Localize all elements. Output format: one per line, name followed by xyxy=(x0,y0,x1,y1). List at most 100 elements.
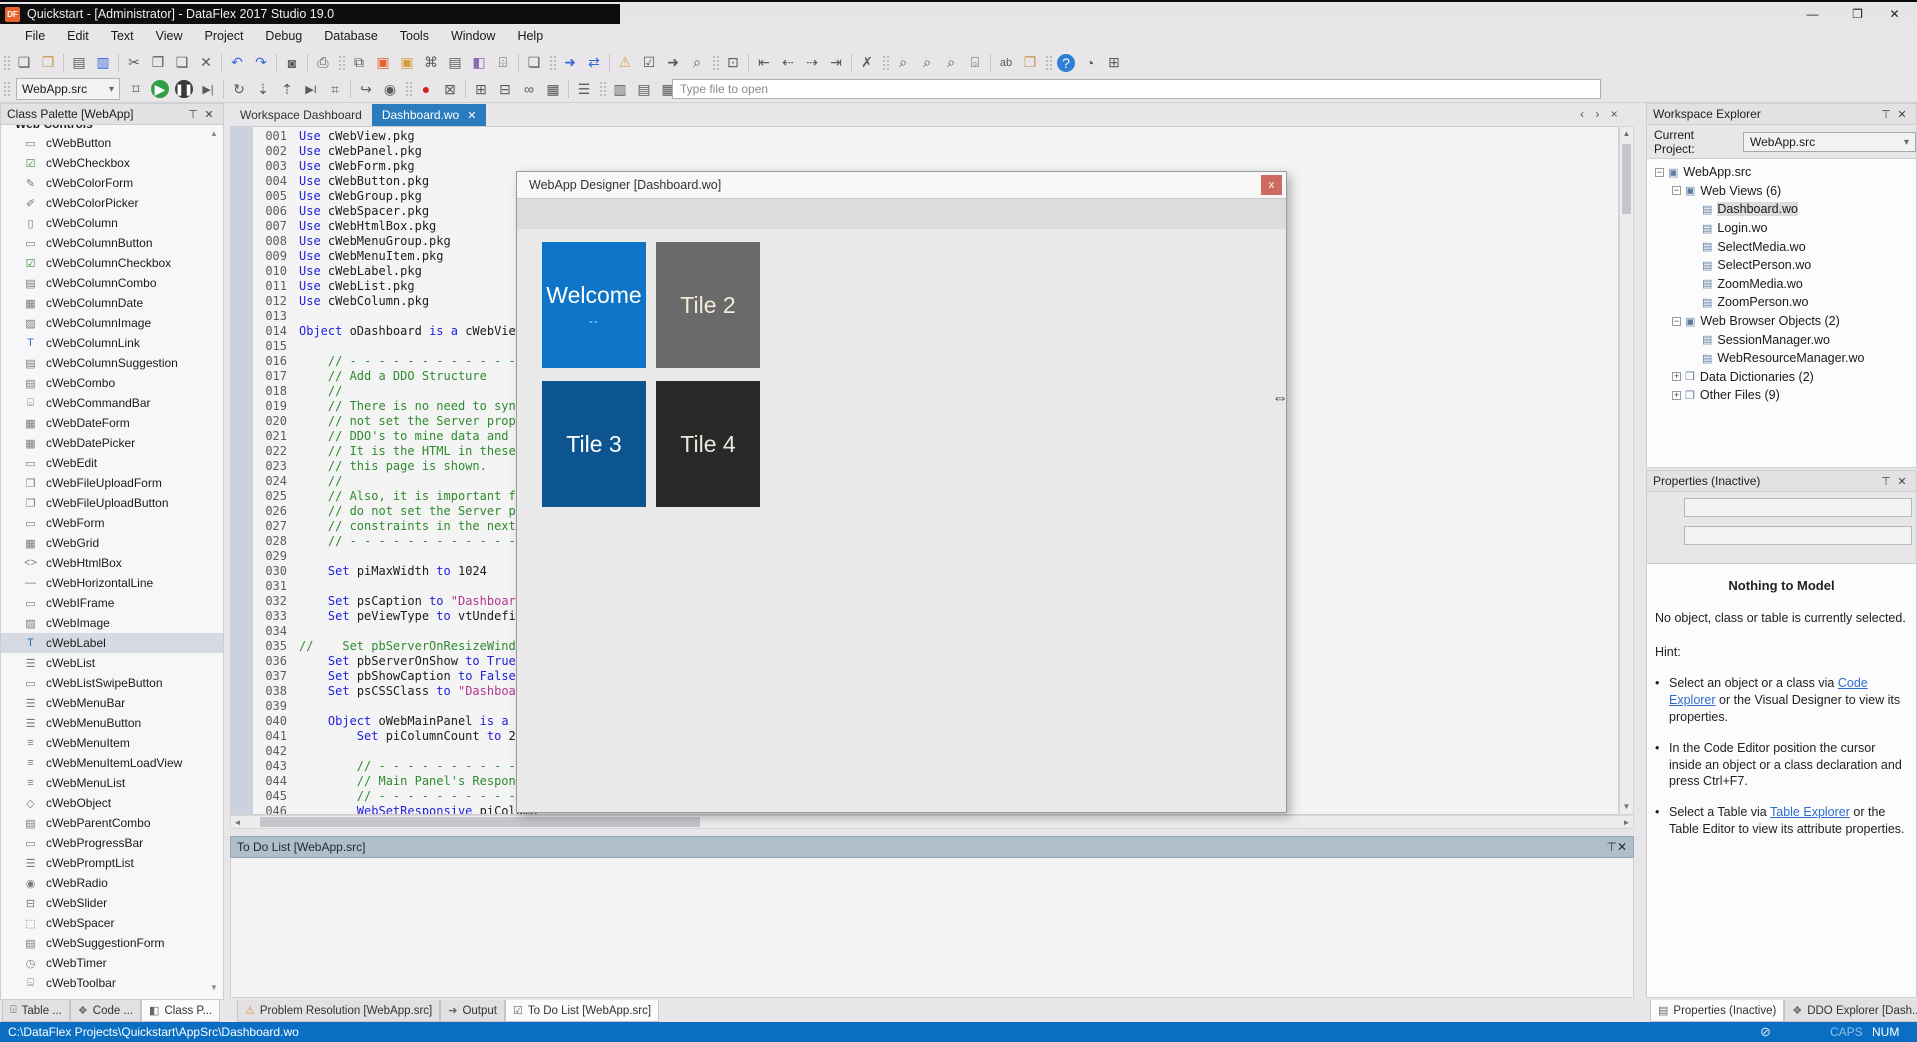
tab-problem-resolution-webapp-src[interactable]: ⚠Problem Resolution [WebApp.src] xyxy=(237,1000,440,1022)
paste-icon[interactable]: ❑ xyxy=(170,52,194,73)
type-file-to-open-input[interactable]: Type file to open xyxy=(672,79,1601,99)
cut-icon[interactable]: ✂ xyxy=(122,52,146,73)
palette-item-cwebcolumncheckbox[interactable]: ☑cWebColumnCheckbox xyxy=(1,253,223,273)
set-next-icon[interactable]: ⌗ xyxy=(323,79,347,100)
palette-item-cwebmenuitemloadview[interactable]: ≡cWebMenuItemLoadView xyxy=(1,753,223,773)
pause-icon[interactable]: ❚❚ xyxy=(175,80,193,98)
dataflex-icon[interactable]: ▣ xyxy=(371,52,395,73)
open-selected-icon[interactable]: ❒ xyxy=(1018,52,1042,73)
palette-item-cwebcolumnbutton[interactable]: ▭cWebColumnButton xyxy=(1,233,223,253)
palette-item-cwebmenuitem[interactable]: ≡cWebMenuItem xyxy=(1,733,223,753)
palette-item-cwebmenulist[interactable]: ≡cWebMenuList xyxy=(1,773,223,793)
save-all-icon[interactable]: ▥ xyxy=(91,52,115,73)
about-icon[interactable]: ◔ xyxy=(1078,52,1102,73)
palette-item-cwebcolorpicker[interactable]: ✐cWebColorPicker xyxy=(1,193,223,213)
editor-horizontal-scrollbar[interactable]: ◄ ► xyxy=(230,815,1634,829)
project-selector[interactable]: WebApp.src▾ xyxy=(16,78,120,100)
menu-debug[interactable]: Debug xyxy=(254,25,313,47)
menu-edit[interactable]: Edit xyxy=(56,25,100,47)
delete-icon[interactable]: ✕ xyxy=(194,52,218,73)
tab-ddo-explorer-dash[interactable]: ❖DDO Explorer [Dash... xyxy=(1784,1000,1917,1022)
palette-item-cwebmenubutton[interactable]: ☰cWebMenuButton xyxy=(1,713,223,733)
palette-item-cwebtoolbar[interactable]: ⌸cWebToolbar xyxy=(1,973,223,993)
designer-tile-tile-4[interactable]: Tile 4 xyxy=(656,381,760,507)
scroll-up-icon[interactable]: ▲ xyxy=(1620,129,1633,138)
tab-code[interactable]: ❖Code ... xyxy=(70,1000,141,1022)
copy-special-icon[interactable]: ⧉ xyxy=(347,52,371,73)
new-file-icon[interactable]: ❏ xyxy=(12,52,36,73)
editor-tab-dashboard-wo[interactable]: Dashboard.wo✕ xyxy=(372,104,487,126)
scroll-down-icon[interactable]: ▼ xyxy=(1620,802,1633,811)
collapse-icon[interactable]: − xyxy=(1655,168,1664,177)
tab-class-p[interactable]: ◧Class P... xyxy=(141,1000,220,1022)
pin-icon[interactable]: ⊤ xyxy=(185,108,201,121)
workspace-tree[interactable]: −▣WebApp.src−▣Web Views (6)▤Dashboard.wo… xyxy=(1646,158,1917,468)
save-icon[interactable]: ▤ xyxy=(67,52,91,73)
palette-item-cwebspacer[interactable]: ⬚cWebSpacer xyxy=(1,913,223,933)
goggles-icon[interactable]: ∞ xyxy=(517,79,541,100)
palette-item-cweblist[interactable]: ☰cWebList xyxy=(1,653,223,673)
table-search-icon[interactable]: ⌹ xyxy=(491,52,515,73)
close-icon[interactable]: ✕ xyxy=(1617,840,1627,854)
tree-item-web-browser-objects-2[interactable]: −▣Web Browser Objects (2) xyxy=(1647,312,1916,331)
scroll-down-icon[interactable]: ▼ xyxy=(208,983,220,992)
tree-item-sessionmanager-wo[interactable]: ▤SessionManager.wo xyxy=(1647,330,1916,349)
bookmark-prev-doc-icon[interactable]: ⇤ xyxy=(752,52,776,73)
palette-item-cwebcombo[interactable]: ▤cWebCombo xyxy=(1,373,223,393)
collapse-icon[interactable]: − xyxy=(1672,317,1681,326)
menu-help[interactable]: Help xyxy=(506,25,554,47)
color-palette-icon[interactable]: ◧ xyxy=(467,52,491,73)
db-builder-icon[interactable]: ▥ xyxy=(608,79,632,100)
restart-icon[interactable]: ↻ xyxy=(227,79,251,100)
stop-icon[interactable]: ◉ xyxy=(378,79,402,100)
palette-item-cwebcolumnlink[interactable]: TcWebColumnLink xyxy=(1,333,223,353)
palette-item-cwebform[interactable]: ▭cWebForm xyxy=(1,513,223,533)
tree-item-dashboard-wo[interactable]: ▤Dashboard.wo xyxy=(1647,200,1916,219)
tree-item-selectmedia-wo[interactable]: ▤SelectMedia.wo xyxy=(1647,237,1916,256)
tree-item-webresourcemanager-wo[interactable]: ▤WebResourceManager.wo xyxy=(1647,349,1916,368)
horizontal-scroll-thumb[interactable] xyxy=(260,817,700,827)
step-icon[interactable]: ▶| xyxy=(196,79,220,100)
scroll-right-icon[interactable]: ► xyxy=(1620,818,1633,827)
palette-item-cwebobject[interactable]: ◇cWebObject xyxy=(1,793,223,813)
step-out-icon[interactable]: ⇡ xyxy=(275,79,299,100)
menu-text[interactable]: Text xyxy=(100,25,145,47)
tree-item-webapp-src[interactable]: −▣WebApp.src xyxy=(1647,163,1916,182)
bookmark-clear-icon[interactable]: ✗ xyxy=(855,52,879,73)
palette-item-cwebedit[interactable]: ▭cWebEdit xyxy=(1,453,223,473)
tile-windows-icon[interactable]: ⊞ xyxy=(1102,52,1126,73)
record-icon[interactable]: ◙ xyxy=(280,52,304,73)
sync-icon[interactable]: ⇄ xyxy=(582,52,606,73)
palette-item-cwebhtmlbox[interactable]: <>cWebHtmlBox xyxy=(1,553,223,573)
pin-icon[interactable]: ⊤ xyxy=(1878,475,1894,488)
palette-item-cwebslider[interactable]: ⊟cWebSlider xyxy=(1,893,223,913)
editor-vertical-scrollbar[interactable]: ▲ ▼ xyxy=(1619,126,1634,815)
tree-item-selectperson-wo[interactable]: ▤SelectPerson.wo xyxy=(1647,256,1916,275)
list-view-icon[interactable]: ☰ xyxy=(572,79,596,100)
palette-item-cweblabel[interactable]: TcWebLabel xyxy=(1,633,223,653)
help-icon[interactable]: ? xyxy=(1057,54,1075,72)
todo-check-icon[interactable]: ☑ xyxy=(637,52,661,73)
editor-tab-workspace-dashboard[interactable]: Workspace Dashboard xyxy=(230,104,372,126)
menu-tools[interactable]: Tools xyxy=(389,25,440,47)
expand-icon[interactable]: + xyxy=(1672,391,1681,400)
palette-item-cwebcommandbar[interactable]: ⌸cWebCommandBar xyxy=(1,393,223,413)
palette-item-cwebcolorform[interactable]: ✎cWebColorForm xyxy=(1,173,223,193)
workspace-icon[interactable]: ▣ xyxy=(395,52,419,73)
palette-item-cwebdateform[interactable]: ▦cWebDateForm xyxy=(1,413,223,433)
designer-title-bar[interactable]: WebApp Designer [Dashboard.wo] x xyxy=(517,172,1286,199)
menu-window[interactable]: Window xyxy=(440,25,506,47)
db-table-icon[interactable]: ▤ xyxy=(632,79,656,100)
palette-item-cwebimage[interactable]: ▨cWebImage xyxy=(1,613,223,633)
palette-item-cwebcheckbox[interactable]: ☑cWebCheckbox xyxy=(1,153,223,173)
todo-list-header[interactable]: To Do List [WebApp.src] ⊤ ✕ xyxy=(230,836,1634,858)
run-to-cursor-icon[interactable]: ▶I xyxy=(299,79,323,100)
palette-item-cweblistswipebutton[interactable]: ▭cWebListSwipeButton xyxy=(1,673,223,693)
palette-item-cwebsuggestionform[interactable]: ▤cWebSuggestionForm xyxy=(1,933,223,953)
open-file-icon[interactable]: ❒ xyxy=(36,52,60,73)
locals-grid-icon[interactable]: ▦ xyxy=(541,79,565,100)
find-prev-icon[interactable]: ⌕ xyxy=(915,52,939,73)
output-export-icon[interactable]: ➜ xyxy=(661,52,685,73)
redo-icon[interactable]: ↷ xyxy=(249,52,273,73)
tree-item-login-wo[interactable]: ▤Login.wo xyxy=(1647,219,1916,238)
